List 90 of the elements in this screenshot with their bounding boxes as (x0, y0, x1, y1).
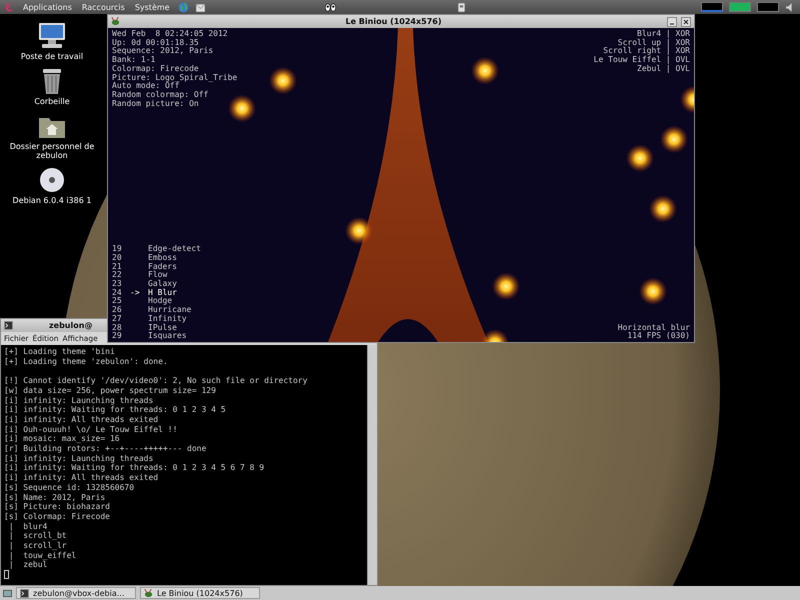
bagpipe-icon (111, 17, 120, 26)
terminal-line: [i] infinity: Waiting for threads: 0 1 2 3 4 5 (4, 405, 227, 415)
footer-line: 114 FPS (030) (627, 332, 690, 341)
bagpipe-icon (144, 588, 153, 598)
terminal-line: [i] infinity: Launching threads (4, 454, 154, 464)
mail-icon[interactable] (194, 2, 206, 12)
task-button[interactable]: Le Biniou (1024x576) (140, 587, 260, 599)
desktop-icon[interactable] (3, 588, 12, 598)
plugin-name: Emboss (148, 254, 177, 262)
status-line: Wed Feb 8 02:24:05 2012 (112, 30, 229, 38)
terminal-line: [s] Sequence id: 1328560670 (4, 482, 136, 493)
terminal-line: [i] infinity: All threads exited (4, 473, 160, 483)
terminal-line: [i] infinity: Waiting for threads: 0 1 2 3 4 5 6 7 8 9 (4, 463, 266, 474)
terminal-icon (20, 588, 29, 598)
desktop-icon-label[interactable]: Dossier personnel de zebulon (7, 142, 97, 160)
terminal-icon (4, 321, 13, 330)
eyes-icon[interactable] (325, 2, 336, 12)
status-line: Sequence: 2012, Paris (112, 47, 214, 56)
layer-line: Scroll right | XOR (603, 47, 690, 56)
plugin-name: IPulse (148, 324, 177, 332)
terminal-line: [+] Loading theme 'bini (4, 347, 116, 357)
status-line: Random picture: On (112, 100, 200, 108)
desktop-icon-label[interactable]: Corbeille (7, 97, 97, 106)
plugin-number: 25 (112, 297, 123, 306)
terminal-line: [s] Colormap: Firecode (4, 512, 111, 522)
plugin-number: 29 (112, 332, 123, 341)
plugin-number: 20 (112, 254, 123, 263)
layer-line: Le Touw Eiffel | OVL (594, 56, 690, 64)
desktop-icon-label[interactable]: Poste de travail (7, 52, 97, 61)
status-line: Picture: Logo_Spiral_Tribe (112, 74, 238, 82)
panel-menu[interactable]: Applications (21, 2, 74, 12)
disc-icon (37, 166, 67, 194)
globe-icon[interactable] (178, 2, 189, 12)
terminal-line: | scroll_bt (8, 531, 68, 542)
terminal-line: [+] Loading theme 'zebulon': done. (4, 356, 169, 366)
window-title: Le Biniou (1024x576) (346, 17, 442, 26)
plugin-name: Galaxy (148, 280, 178, 288)
plugin-name: Faders (148, 262, 178, 271)
desktop-icon-label[interactable]: Debian 6.0.4 i386 1 (7, 196, 97, 205)
plugin-number: 23 (112, 280, 123, 289)
terminal-line: [w] data size= 256, power spectrum size= 129 (4, 386, 217, 396)
drive-icon[interactable] (456, 2, 468, 12)
text-cursor (4, 570, 9, 580)
plugin-name: Flow (148, 271, 168, 280)
plugin-name: Hodge (148, 297, 174, 306)
status-line: Up: 0d 00:01:18.35 (112, 38, 199, 47)
plugin-number: 28 (112, 324, 123, 332)
network-monitor[interactable] (757, 2, 780, 12)
panel-menu[interactable]: Système (132, 2, 172, 12)
plugin-name: Infinity (148, 314, 188, 324)
close-button[interactable] (681, 16, 691, 26)
layer-line: Blur4 | XOR (637, 30, 690, 38)
footer-line: Horizontal blur (618, 324, 690, 332)
scrollbar[interactable] (367, 345, 377, 585)
plugin-name: Hurricane (148, 306, 192, 314)
cpu-monitor[interactable] (701, 2, 724, 12)
window-title: zebulon@ (49, 321, 92, 330)
terminal-line: [s] Name: 2012, Paris (4, 492, 106, 502)
plugin-name: Edge-detect (148, 245, 201, 254)
terminal-line: [i] mosaic: max_size= 16 (4, 434, 121, 444)
terminal-line: [r] Building rotors: +--+----+++++--- done (4, 444, 208, 454)
terminal-line: [i] Ouh-ouuuh! \o/ Le Touw Eiffel !! (4, 424, 178, 434)
plugin-number: 22 (112, 271, 123, 280)
computer-icon (37, 22, 67, 50)
terminal-line: | zebul (8, 560, 48, 570)
status-line: Auto mode: Off (112, 82, 180, 90)
layer-line: Zebul | OVL (637, 64, 690, 74)
status-line: Colormap: Firecode (112, 64, 200, 74)
status-line: Random colormap: Off (112, 90, 210, 100)
terminal-line: [i] infinity: All threads exited (4, 414, 160, 425)
terminal-line: | touw_eiffel (8, 550, 78, 560)
layer-line: Scroll up | XOR (618, 38, 690, 47)
plugin-number: 27 (112, 314, 123, 324)
terminal-line: [i] infinity: Launching threads (4, 396, 154, 406)
close-icon (682, 18, 690, 26)
status-line: Bank: 1-1 (112, 56, 156, 64)
minimize-button[interactable] (667, 16, 677, 26)
plugin-number: 26 (112, 306, 123, 315)
pointer-arrow: -> (130, 288, 141, 298)
terminal-line: [s] Picture: biohazard (4, 502, 111, 512)
task-button[interactable]: zebulon@vbox-debia... (16, 587, 136, 599)
terminal-line: [!] Cannot identify '/dev/video0': 2, No such file or directory (4, 376, 308, 386)
plugin-number: 24 (112, 288, 123, 297)
plugin-number: 21 (112, 262, 123, 271)
plugin-name: H Blur (148, 288, 178, 297)
panel-menu[interactable]: Raccourcis (80, 2, 127, 12)
terminal-line: | blur4 (8, 522, 48, 532)
plugin-number: 19 (112, 245, 123, 254)
plugin-name: Isquares (148, 332, 188, 341)
terminal-line: | scroll_lr (8, 541, 68, 551)
